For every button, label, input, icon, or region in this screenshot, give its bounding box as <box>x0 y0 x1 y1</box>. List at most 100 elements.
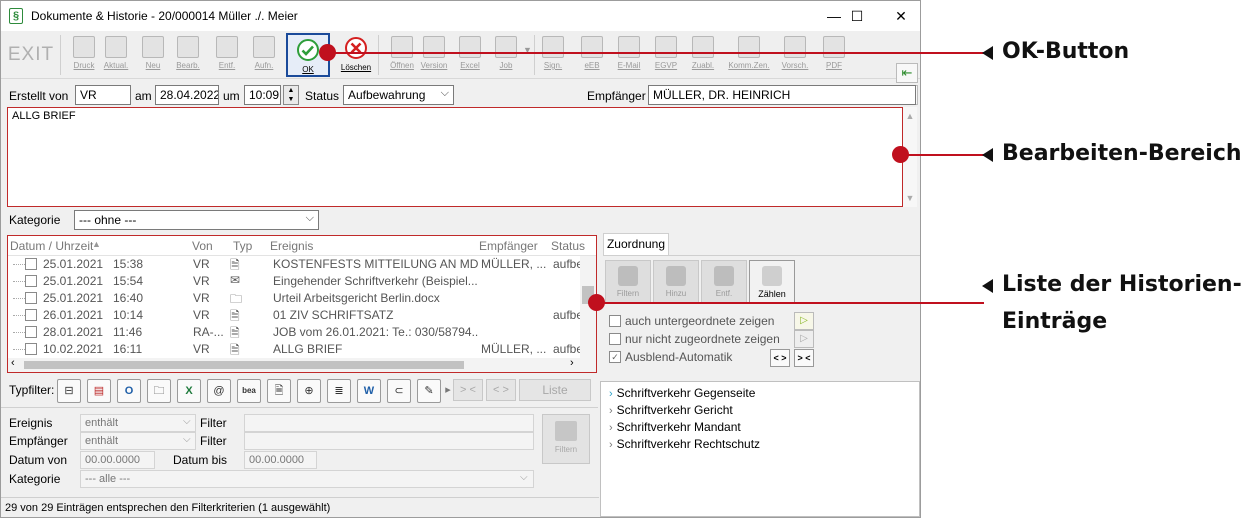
expand-button[interactable]: < > <box>486 379 516 401</box>
sign-button[interactable]: Sign. <box>531 33 575 77</box>
collapse-all-button[interactable]: > < <box>794 349 814 367</box>
expand-all-button[interactable]: < > <box>770 349 790 367</box>
filter-edit-icon[interactable]: ✎ <box>417 379 441 403</box>
cancel-button[interactable]: Löschen <box>334 33 378 77</box>
row-checkbox[interactable] <box>25 275 37 287</box>
tab-zuordnung[interactable]: Zuordnung <box>603 233 669 255</box>
liste-button[interactable]: Liste <box>519 379 591 401</box>
col-ereignis[interactable]: Ereignis <box>270 239 313 253</box>
erstellt-von-input[interactable]: VR <box>75 85 131 105</box>
table-row[interactable]: 10.02.2021 16:11 VR 🗎 ALLG BRIEF MÜLLER, ..… <box>8 341 583 358</box>
checkbox[interactable] <box>609 333 621 345</box>
komm-zen-button[interactable]: Komm.Zen. <box>727 33 771 77</box>
collapse-button[interactable]: > < <box>453 379 483 401</box>
status-select[interactable]: Aufbewahrung <box>343 85 454 105</box>
play-disabled-icon[interactable]: ▷ <box>794 330 814 348</box>
ereignis-mode-select[interactable]: enthält <box>80 414 196 432</box>
remove-icon <box>714 266 734 286</box>
filter-document-icon[interactable]: 🗎 <box>267 379 291 403</box>
datum-von-input[interactable]: 00.00.0000 <box>80 451 155 469</box>
chevron-right-icon: › <box>609 388 613 400</box>
play-icon[interactable]: ▷ <box>794 312 814 330</box>
filter-email-icon[interactable]: @ <box>207 379 231 403</box>
title-bar: § Dokumente & Historie - 20/000014 Mülle… <box>1 1 920 31</box>
tree-item[interactable]: › Schriftverkehr Mandant <box>609 420 741 434</box>
kategorie-filter-select[interactable]: --- alle --- <box>80 470 534 488</box>
annotation-arrow-ok <box>982 46 993 60</box>
close-button[interactable]: ✕ <box>881 4 921 28</box>
filter-text-icon[interactable]: ≣ <box>327 379 351 403</box>
table-row[interactable]: 25.01.2021 15:54 VR ✉ Eingehender Schriftv… <box>8 273 583 290</box>
filter-label-1: Filter <box>200 416 227 430</box>
filter-scroll-icon[interactable]: ▸ <box>443 379 453 403</box>
checkbox-checked[interactable]: ✓ <box>609 351 621 363</box>
col-von[interactable]: Von <box>192 239 213 253</box>
maximize-button[interactable]: ☐ <box>837 4 877 28</box>
annotation-arrow-edit <box>982 148 993 162</box>
filter-pdf-icon[interactable]: ▤ <box>87 379 111 403</box>
preview-button[interactable]: Vorsch. <box>773 33 817 77</box>
col-datum[interactable]: Datum / Uhrzeit <box>10 239 93 253</box>
zu-zaehlen-button[interactable]: Zählen <box>749 260 795 304</box>
delete-icon <box>216 36 238 58</box>
time-spinner[interactable]: ▲ ▼ <box>283 85 299 105</box>
row-checkbox[interactable] <box>25 343 37 355</box>
count-icon <box>762 266 782 286</box>
edit-textarea[interactable]: ALLG BRIEF <box>7 107 903 207</box>
col-status[interactable]: Status <box>551 239 585 253</box>
tree-item[interactable]: › Schriftverkehr Gericht <box>609 403 733 417</box>
zuabl-button[interactable]: Zuabl. <box>681 33 725 77</box>
history-horizontal-scrollbar[interactable]: ‹ › <box>8 357 596 372</box>
zu-hinzu-button[interactable]: Hinzu <box>653 260 699 304</box>
exit-button[interactable]: EXIT <box>5 35 57 75</box>
chevron-down-icon: ⌵ <box>183 434 191 445</box>
table-row[interactable]: 28.01.2021 11:46 RA-... 🗎 JOB vom 26.01.20… <box>8 324 583 341</box>
filter-excel-icon[interactable]: X <box>177 379 201 403</box>
egvp-icon <box>655 36 677 58</box>
filter-web-icon[interactable]: ⊕ <box>297 379 321 403</box>
tree-item[interactable]: › Schriftverkehr Rechtschutz <box>609 437 760 451</box>
row-checkbox[interactable] <box>25 326 37 338</box>
history-list[interactable]: Datum / Uhrzeit ▲ Von Typ Ereignis Empfä… <box>7 235 597 373</box>
annotation-list-label-1: Liste der Historien- <box>1002 272 1242 297</box>
table-row[interactable]: 25.01.2021 16:40 VR 🗀 Urteil Arbeitsgerich… <box>8 290 583 307</box>
row-checkbox[interactable] <box>25 258 37 270</box>
add-icon <box>666 266 686 286</box>
arrow-left-in-icon[interactable]: ⇤ <box>896 63 918 83</box>
edit-button[interactable]: Bearb. <box>166 33 210 77</box>
filter-outlook-icon[interactable]: O <box>117 379 141 403</box>
date-input[interactable]: 28.04.2022 <box>155 85 219 105</box>
empfaenger-mode-select[interactable]: enthält <box>80 432 196 450</box>
ereignis-filter-input[interactable] <box>244 414 534 432</box>
filter-word-icon[interactable]: W <box>357 379 381 403</box>
empfaenger-filter-input[interactable] <box>244 432 534 450</box>
filtern-button[interactable]: Filtern <box>542 414 590 464</box>
cancel-icon <box>345 37 367 59</box>
datum-bis-label: Datum bis <box>173 453 228 467</box>
job-button[interactable]: Job <box>484 33 528 77</box>
col-empfaenger[interactable]: Empfänger <box>479 239 538 253</box>
job-icon <box>495 36 517 58</box>
checkbox[interactable] <box>609 315 621 327</box>
zuordnung-panel: Zuordnung Filtern Hinzu Entf. Zählen auc… <box>600 233 920 381</box>
row-checkbox[interactable] <box>25 309 37 321</box>
annotation-line-list <box>596 302 984 304</box>
time-input[interactable]: 10:09 <box>244 85 281 105</box>
annotation-line-edit <box>900 154 984 156</box>
filter-tag-icon[interactable]: ⊂ <box>387 379 411 403</box>
pdf-button[interactable]: PDF <box>812 33 856 77</box>
zu-filtern-button[interactable]: Filtern <box>605 260 651 304</box>
tree-item[interactable]: › Schriftverkehr Gegenseite <box>609 386 755 400</box>
row-checkbox[interactable] <box>25 292 37 304</box>
zu-entf-button[interactable]: Entf. <box>701 260 747 304</box>
kategorie-select[interactable]: --- ohne --- <box>74 210 319 230</box>
empfaenger-input[interactable]: MÜLLER, DR. HEINRICH <box>648 85 916 105</box>
scan-button[interactable]: Aufn. <box>242 33 286 77</box>
col-typ[interactable]: Typ <box>233 239 252 253</box>
table-row[interactable]: 25.01.2021 15:38 VR 🗎 KOSTENFESTS MITTEILU… <box>8 256 583 273</box>
datum-bis-input[interactable]: 00.00.0000 <box>244 451 317 469</box>
filter-folder-icon[interactable]: 🗀 <box>147 379 171 403</box>
table-row[interactable]: 26.01.2021 10:14 VR 🗎 01 ZIV SCHRIFTSATZ au… <box>8 307 583 324</box>
filter-doc-type-icon[interactable]: ⊟ <box>57 379 81 403</box>
filter-bea-icon[interactable]: bea <box>237 379 261 403</box>
